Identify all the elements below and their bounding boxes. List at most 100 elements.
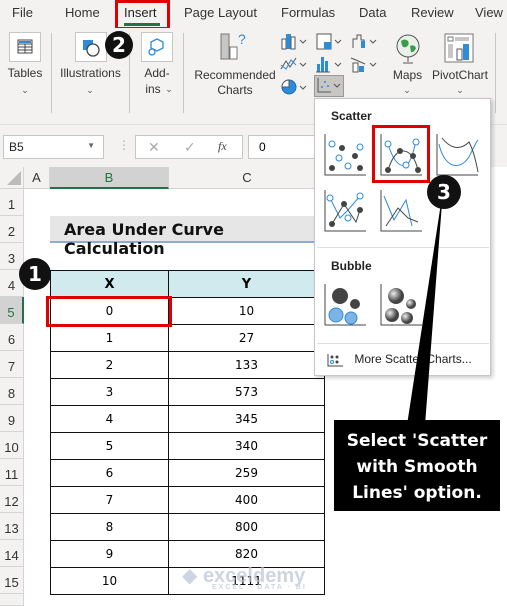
- formula-input[interactable]: 0: [248, 135, 318, 159]
- callout-pointer: [407, 190, 443, 425]
- tab-review[interactable]: Review: [411, 5, 454, 20]
- cell-x[interactable]: 5: [50, 432, 169, 460]
- cell-y[interactable]: 259: [168, 459, 325, 487]
- row-header-1[interactable]: 1: [0, 189, 24, 216]
- scatter-chart-button[interactable]: [314, 75, 344, 97]
- more-charts-icon: [327, 353, 343, 367]
- illustrations-button[interactable]: [75, 32, 107, 62]
- cell-y[interactable]: 27: [168, 324, 325, 352]
- table-row: 2 133: [50, 351, 325, 379]
- table-row: 6 259: [50, 459, 325, 487]
- scatter-option[interactable]: [322, 132, 368, 178]
- chevron-down-icon: ⌄: [21, 85, 29, 95]
- table-row: 8 800: [50, 513, 325, 541]
- row-header-10[interactable]: 10: [0, 432, 24, 459]
- table-row: 1 27: [50, 324, 325, 352]
- cell-y[interactable]: 573: [168, 378, 325, 406]
- select-all-corner[interactable]: [0, 167, 24, 189]
- hierarchy-chart-icon[interactable]: [315, 32, 345, 50]
- line-chart-icon[interactable]: [280, 55, 310, 73]
- row-header-14[interactable]: 14: [0, 540, 24, 567]
- column-header-b[interactable]: B: [50, 167, 169, 189]
- cell-y[interactable]: 400: [168, 486, 325, 514]
- row-header-12[interactable]: 12: [0, 486, 24, 513]
- column-header-c[interactable]: C: [169, 167, 326, 189]
- cell-x[interactable]: 9: [50, 540, 169, 568]
- row-header-6[interactable]: 6: [0, 324, 24, 351]
- row-header-11[interactable]: 11: [0, 459, 24, 486]
- tab-view[interactable]: View: [475, 5, 503, 20]
- cell-x[interactable]: 8: [50, 513, 169, 541]
- table-icon: [17, 39, 33, 54]
- column-header-a[interactable]: A: [24, 167, 50, 189]
- pivotchart-label: PivotChart: [431, 68, 489, 82]
- cell-x[interactable]: 7: [50, 486, 169, 514]
- name-box[interactable]: B5 ▼: [3, 135, 104, 159]
- tab-file[interactable]: File: [12, 5, 33, 20]
- row-header-7[interactable]: 7: [0, 351, 24, 378]
- enter-icon[interactable]: ✓: [184, 139, 196, 156]
- cell-x[interactable]: 2: [50, 351, 169, 379]
- watermark-tagline: EXCEL · DATA · BI: [212, 584, 307, 591]
- svg-text:?: ?: [238, 31, 246, 47]
- cell-y[interactable]: 133: [168, 351, 325, 379]
- scatter-chart-icon: [317, 78, 341, 93]
- ribbon-separator: [183, 33, 184, 113]
- formula-buttons: ✕ ✓ fx: [135, 135, 243, 159]
- row-header-16[interactable]: [0, 594, 24, 606]
- recommended-charts-label-1: Recommended: [194, 68, 276, 82]
- tables-button[interactable]: [9, 32, 41, 62]
- cell-y[interactable]: 345: [168, 405, 325, 433]
- cell-x[interactable]: 3: [50, 378, 169, 406]
- chevron-down-icon: ⌄: [165, 84, 173, 94]
- shapes-icon: [83, 40, 100, 57]
- cell-x[interactable]: 6: [50, 459, 169, 487]
- row-header-15[interactable]: 15: [0, 567, 24, 594]
- maps-icon[interactable]: [392, 32, 424, 66]
- cell-y[interactable]: 800: [168, 513, 325, 541]
- header-x[interactable]: X: [50, 270, 169, 298]
- highlight-smooth-lines-option: [372, 125, 430, 183]
- dropdown-arrow-icon: ▼: [87, 141, 95, 150]
- pie-chart-icon[interactable]: [280, 78, 310, 96]
- ribbon-separator: [51, 33, 52, 113]
- combo-chart-icon[interactable]: [350, 55, 380, 73]
- waterfall-chart-icon[interactable]: [350, 32, 380, 50]
- add-ins-button[interactable]: [141, 32, 173, 62]
- chevron-down-icon: ⌄: [403, 85, 411, 95]
- row-header-9[interactable]: 9: [0, 405, 24, 432]
- column-chart-icon[interactable]: [280, 32, 310, 50]
- tables-label: Tables: [7, 66, 43, 80]
- table-row: 4 345: [50, 405, 325, 433]
- maps-label: Maps: [392, 68, 423, 82]
- tab-formulas[interactable]: Formulas: [281, 5, 335, 20]
- scatter-smooth-lines-option[interactable]: [434, 132, 480, 178]
- scatter-straight-lines-markers-option[interactable]: [322, 188, 368, 234]
- tab-page-layout[interactable]: Page Layout: [184, 5, 257, 20]
- row-header-13[interactable]: 13: [0, 513, 24, 540]
- tab-data[interactable]: Data: [359, 5, 386, 20]
- recommended-charts-icon[interactable]: ?: [218, 30, 250, 62]
- ribbon-separator: [495, 33, 496, 113]
- statistic-chart-icon[interactable]: [315, 55, 345, 73]
- cell-y[interactable]: 10: [168, 297, 325, 325]
- cell-x[interactable]: 10: [50, 567, 169, 595]
- bubble-option[interactable]: [322, 282, 368, 328]
- tab-home[interactable]: Home: [65, 5, 100, 20]
- watermark: ◆ exceldemy EXCEL · DATA · BI: [182, 563, 307, 591]
- header-y[interactable]: Y: [168, 270, 325, 298]
- insert-function-icon[interactable]: fx: [218, 139, 227, 154]
- table-row: 5 340: [50, 432, 325, 460]
- cell-y[interactable]: 340: [168, 432, 325, 460]
- row-header-5[interactable]: 5: [0, 297, 24, 324]
- row-header-2[interactable]: 2: [0, 216, 24, 243]
- cell-x[interactable]: 4: [50, 405, 169, 433]
- row-header-8[interactable]: 8: [0, 378, 24, 405]
- instruction-callout: Select 'Scatter with Smooth Lines' optio…: [334, 420, 500, 511]
- pivotchart-icon[interactable]: [443, 32, 475, 66]
- cancel-icon[interactable]: ✕: [148, 139, 160, 156]
- step-2-badge: 2: [105, 31, 133, 59]
- scatter-heading: Scatter: [331, 109, 372, 123]
- cell-x[interactable]: 1: [50, 324, 169, 352]
- formula-bar-grip-icon: ⋮: [118, 138, 130, 152]
